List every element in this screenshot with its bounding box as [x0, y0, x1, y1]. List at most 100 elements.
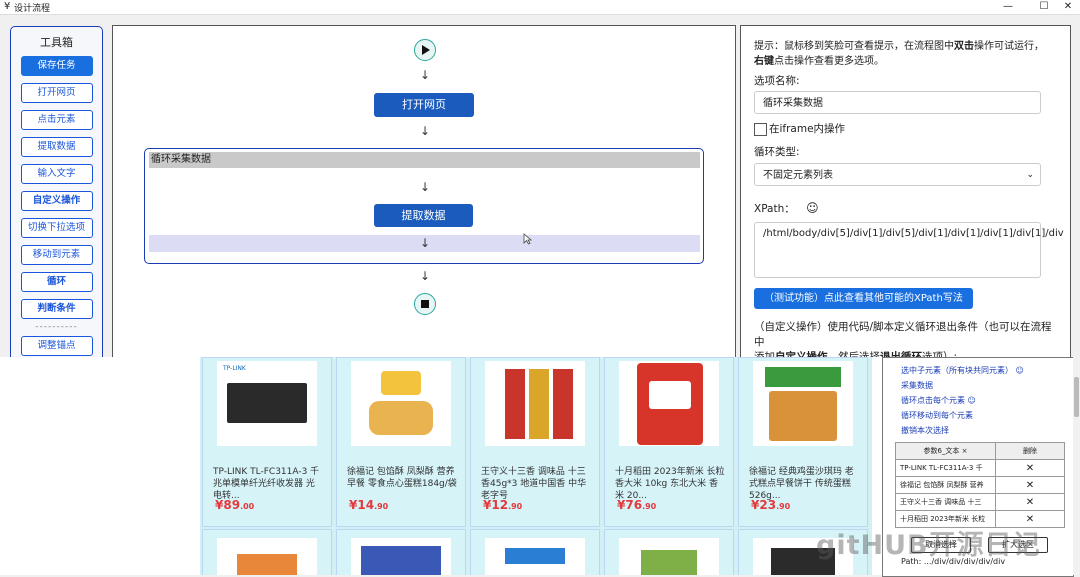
product-card[interactable] [336, 529, 466, 575]
maximize-button[interactable]: ☐ [1033, 0, 1055, 14]
product-image[interactable] [351, 538, 451, 575]
flow-arrow: ↓ [420, 269, 431, 283]
adjust-anchor-button[interactable]: 调整锚点 [20, 336, 93, 356]
table-cell: 徐福记 包馅酥 凤梨酥 营养 [895, 476, 996, 494]
minimize-button[interactable]: — [997, 0, 1019, 14]
table-row: 王守义十三香 调味品 十三 ✕ [895, 493, 1065, 511]
condition-button[interactable]: 判断条件 [20, 299, 93, 319]
open-page-node[interactable]: 打开网页 [374, 93, 474, 117]
product-card[interactable] [202, 529, 332, 575]
move-to-element-button[interactable]: 移动到元素 [20, 245, 93, 265]
product-card[interactable]: 徐福记 经典鸡蛋沙琪玛 老式糕点早餐饼干 传统蛋糕526g... ¥23.90 [738, 357, 868, 527]
product-card[interactable]: 王守义十三香 调味品 十三香45g*3 地道中国香 中华老字号 ¥12.90 [470, 357, 600, 527]
loop-type-value: 不固定元素列表 [763, 170, 833, 181]
product-card[interactable]: TP-LINK TP-LINK TL-FC311A-3 千兆单模单纤光纤收发器 … [202, 357, 332, 527]
start-play-icon[interactable] [414, 39, 436, 61]
product-card[interactable] [604, 529, 734, 575]
product-price: ¥14.90 [349, 498, 389, 512]
toolbox-title: 工具箱 [40, 36, 73, 49]
flow-arrow: ↓ [420, 236, 431, 250]
table-cell: TP-LINK TL-FC311A-3 千 [895, 459, 996, 477]
product-image[interactable] [753, 361, 853, 446]
product-name[interactable]: 徐福记 包馅酥 凤梨酥 营养早餐 零食点心蛋糕184g/袋 [347, 466, 457, 490]
close-button[interactable]: ✕ [1057, 0, 1079, 14]
smiley-help-icon[interactable]: ☺ [968, 396, 976, 405]
product-image[interactable] [619, 538, 719, 575]
end-stop-icon[interactable] [414, 293, 436, 315]
flow-canvas: ↓ 打开网页 ↓ 循环采集数据 ↓ 提取数据 ↓ ↓ [112, 25, 736, 372]
product-image[interactable]: TP-LINK [217, 361, 317, 446]
iframe-checkbox-row[interactable]: 在iframe内操作 [754, 121, 845, 136]
loop-title: 循环采集数据 [149, 152, 700, 168]
table-cell: 王守义十三香 调味品 十三 [895, 493, 996, 511]
flow-arrow: ↓ [420, 124, 431, 138]
save-task-button[interactable]: 保存任务 [20, 56, 93, 76]
selected-fields-table: 参数6_文本 × 删除 TP-LINK TL-FC311A-3 千 ✕ 徐福记 包… [895, 442, 1065, 528]
window-titlebar: ¥ 设计流程 — ☐ ✕ [0, 0, 1080, 15]
loop-node[interactable]: 循环采集数据 ↓ 提取数据 ↓ [144, 148, 704, 264]
toolbox-separator: ---------- [35, 322, 78, 332]
open-page-button[interactable]: 打开网页 [20, 83, 93, 103]
page-scrollbar[interactable] [1073, 357, 1080, 575]
flow-arrow: ↓ [420, 180, 431, 194]
product-price: ¥12.90 [483, 498, 523, 512]
product-grid: TP-LINK TP-LINK TL-FC311A-3 千兆单模单纤光纤收发器 … [200, 357, 872, 575]
loop-button[interactable]: 循环 [20, 272, 93, 292]
option-name-input[interactable]: 循环采集数据 [754, 91, 1041, 114]
product-price: ¥89.00 [215, 498, 255, 512]
collect-data-link[interactable]: 采集数据 [901, 380, 933, 391]
extract-data-button[interactable]: 提取数据 [20, 137, 93, 157]
product-image[interactable] [485, 538, 585, 575]
mouse-cursor-icon [523, 233, 533, 245]
product-price: ¥23.90 [751, 498, 791, 512]
smiley-help-icon[interactable]: ☺ [1016, 366, 1024, 375]
product-image[interactable] [217, 538, 317, 575]
product-image[interactable] [485, 361, 585, 446]
xpath-label: XPath： [754, 203, 795, 215]
xpath-textarea[interactable]: /html/body/div[5]/div[1]/div[5]/div[1]/d… [754, 222, 1064, 278]
product-image[interactable] [351, 361, 451, 446]
scrollbar-thumb[interactable] [1074, 377, 1079, 417]
toolbox-panel: 工具箱 保存任务 打开网页 点击元素 提取数据 输入文字 自定义操作 切换下拉选… [10, 26, 103, 368]
product-card[interactable]: 十月稻田 2023年新米 长粒香大米 10kg 东北大米 香米 20... ¥7… [604, 357, 734, 527]
table-row: TP-LINK TL-FC311A-3 千 ✕ [895, 459, 1065, 477]
properties-panel: 提示：鼠标移到笑脸可查看提示，在流程图中双击操作可试运行， 右键点击操作查看更多… [740, 25, 1071, 372]
table-row: 徐福记 包馅酥 凤梨酥 营养 ✕ [895, 476, 1065, 494]
product-name[interactable]: TP-LINK TL-FC311A-3 千兆单模单纤光纤收发器 光电转... [213, 466, 323, 502]
app-icon: ¥ [4, 1, 11, 12]
select-children-link[interactable]: 选中子元素（所有块共同元素） ☺ [901, 365, 1024, 376]
input-text-button[interactable]: 输入文字 [20, 164, 93, 184]
delete-icon[interactable]: ✕ [995, 459, 1065, 477]
undo-selection-link[interactable]: 撤销本次选择 [901, 425, 949, 436]
flow-arrow: ↓ [420, 68, 431, 82]
loop-type-select[interactable]: 不固定元素列表 ⌄ [754, 163, 1041, 186]
product-image[interactable] [619, 361, 719, 446]
product-name[interactable]: 王守义十三香 调味品 十三香45g*3 地道中国香 中华老字号 [481, 466, 591, 502]
watermark-logo: gitHUB开源日记 [816, 530, 1041, 561]
column-header: 删除 [995, 442, 1065, 460]
delete-icon[interactable]: ✕ [995, 493, 1065, 511]
switch-dropdown-button[interactable]: 切换下拉选项 [20, 218, 93, 238]
iframe-label: 在iframe内操作 [769, 123, 846, 135]
loop-move-link[interactable]: 循环移动到每个元素 [901, 410, 973, 421]
product-name[interactable]: 十月稻田 2023年新米 长粒香大米 10kg 东北大米 香米 20... [615, 466, 725, 502]
extract-data-node[interactable]: 提取数据 [374, 204, 473, 227]
xpath-label-row: XPath： ☺ [754, 201, 819, 216]
click-element-button[interactable]: 点击元素 [20, 110, 93, 130]
product-card[interactable]: 徐福记 包馅酥 凤梨酥 营养早餐 零食点心蛋糕184g/袋 ¥14.90 [336, 357, 466, 527]
loop-click-link[interactable]: 循环点击每个元素 ☺ [901, 395, 976, 406]
custom-action-button[interactable]: 自定义操作 [20, 191, 93, 211]
column-header[interactable]: 参数6_文本 × [895, 442, 996, 460]
table-header-row: 参数6_文本 × 删除 [895, 442, 1065, 460]
product-card[interactable] [470, 529, 600, 575]
chevron-down-icon: ⌄ [1026, 170, 1034, 180]
product-price: ¥76.90 [617, 498, 657, 512]
loop-type-label: 循环类型: [754, 146, 800, 158]
delete-icon[interactable]: ✕ [995, 476, 1065, 494]
window-title: 设计流程 [14, 4, 51, 14]
test-xpath-button[interactable]: （测试功能）点此查看其他可能的XPath写法 [754, 288, 973, 309]
product-name[interactable]: 徐福记 经典鸡蛋沙琪玛 老式糕点早餐饼干 传统蛋糕526g... [749, 466, 859, 502]
option-name-label: 选项名称: [754, 75, 800, 87]
iframe-checkbox[interactable] [754, 122, 767, 136]
smiley-help-icon[interactable]: ☺ [806, 201, 819, 215]
